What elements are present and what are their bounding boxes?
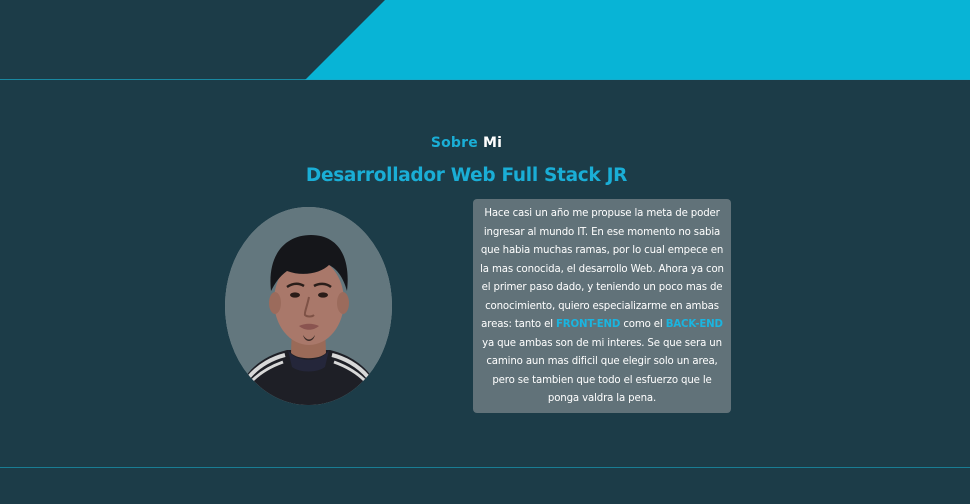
profile-photo [225,207,392,405]
top-banner [0,0,970,80]
about-card: Hace casi un año me propuse la meta de p… [473,199,731,413]
about-text-part1: Hace casi un año me propuse la meta de p… [480,208,724,330]
top-divider [0,79,970,80]
top-accent-shape [305,0,970,80]
highlight-front-end: FRONT-END [555,319,621,330]
avatar [225,207,392,405]
about-text-part3: ya que ambas son de mi interes. Se que s… [482,337,722,405]
kicker-secondary: Mi [483,135,503,151]
highlight-back-end: BACK-END [665,319,723,330]
about-text-part2: como el [620,319,666,330]
kicker-primary: Sobre [430,135,478,151]
about-description: Hace casi un año me propuse la meta de p… [479,205,725,409]
page-title: Desarrollador Web Full Stack JR [305,165,628,186]
section-kicker: Sobre Mi [0,135,933,151]
bottom-divider [0,467,970,468]
